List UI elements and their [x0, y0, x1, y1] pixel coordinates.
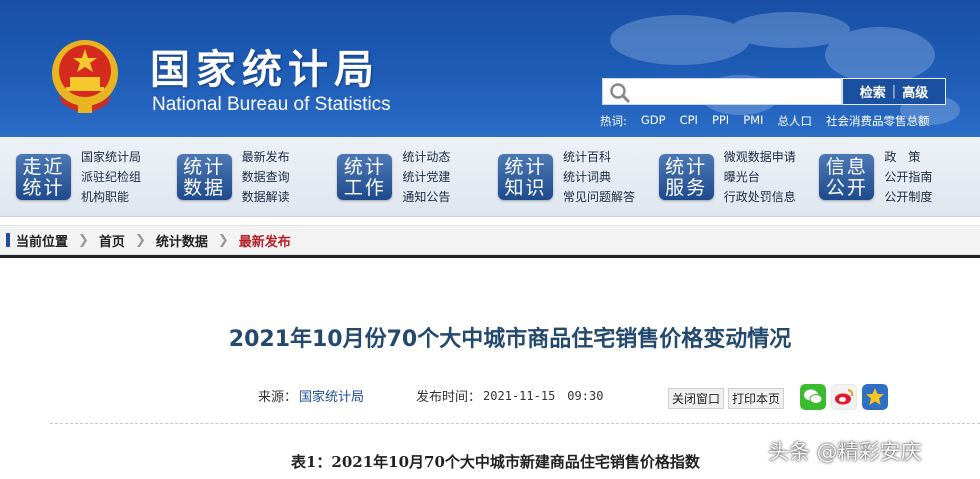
article-title: 2021年10月份70个大中城市商品住宅销售价格变动情况	[228, 327, 792, 352]
advanced-search-button[interactable]: 高级	[902, 82, 928, 101]
search-separator: |	[891, 84, 897, 99]
nav-badge-data[interactable]: 统计 数据	[176, 153, 232, 200]
chevron-right-icon: ❯	[217, 232, 229, 248]
nav-link[interactable]: 政 策	[884, 148, 932, 165]
hot-word-link[interactable]: 总人口	[777, 113, 812, 129]
share-icons	[800, 384, 888, 410]
publish-time: 2021-11-15 09:30	[483, 389, 604, 403]
nav-link[interactable]: 统计动态	[402, 148, 450, 165]
nav-badge-about[interactable]: 走近 统计	[16, 153, 71, 200]
nav-link[interactable]: 微观数据申请	[724, 148, 796, 165]
nav-link[interactable]: 统计词典	[563, 168, 635, 185]
favorite-star-icon[interactable]	[862, 384, 888, 410]
print-button[interactable]: 打印本页	[728, 388, 785, 409]
nav-link[interactable]: 公开指南	[884, 168, 932, 185]
nav-badge-work[interactable]: 统计 工作	[337, 153, 393, 200]
national-emblem-icon	[52, 40, 118, 113]
search-button[interactable]: 检索	[860, 82, 886, 101]
nav-link[interactable]: 行政处罚信息	[724, 188, 796, 205]
article-meta: 来源： 国家统计局 发布时间： 2021-11-15 09:30	[258, 386, 603, 405]
nav-group-knowledge: 统计 知识 统计百科 统计词典 常见问题解答	[498, 144, 659, 210]
nav-link[interactable]: 曝光台	[724, 168, 796, 185]
nav-link[interactable]: 数据查询	[242, 168, 290, 185]
site-header: 国家统计局 National Bureau of Statistics 检索 |…	[0, 0, 980, 137]
publish-time-label: 发布时间：	[416, 390, 482, 405]
table-caption: 表1：2021年10月70个大中城市新建商品住宅销售价格指数	[291, 453, 700, 471]
nav-link[interactable]: 国家统计局	[81, 148, 141, 165]
hot-word-link[interactable]: PMI	[743, 113, 763, 129]
nav-link[interactable]: 数据解读	[242, 188, 290, 205]
main-nav: 走近 统计 国家统计局 派驻纪检组 机构职能 统计 数据 最新发布 数据查询 数据解…	[0, 137, 980, 217]
nav-link[interactable]: 统计党建	[402, 168, 450, 185]
breadcrumb-stats-data[interactable]: 统计数据	[156, 231, 208, 250]
nav-link[interactable]: 统计百科	[563, 148, 635, 165]
breadcrumb-current[interactable]: 最新发布	[239, 231, 291, 250]
nav-link[interactable]: 派驻纪检组	[81, 168, 141, 185]
nav-link[interactable]: 机构职能	[81, 188, 141, 205]
nav-link[interactable]: 公开制度	[884, 188, 932, 205]
dashed-divider	[50, 423, 980, 424]
hot-word-link[interactable]: CPI	[680, 113, 698, 129]
breadcrumb-home[interactable]: 首页	[99, 231, 125, 250]
hot-word-link[interactable]: PPI	[712, 113, 729, 129]
watermark: 头条 @精彩安庆	[768, 440, 922, 464]
nav-group-about: 走近 统计 国家统计局 派驻纪检组 机构职能	[16, 144, 177, 210]
hot-words-label: 热词:	[600, 114, 627, 128]
wechat-icon[interactable]	[800, 384, 826, 410]
site-title: 国家统计局	[150, 46, 380, 93]
nav-group-service: 统计 服务 微观数据申请 曝光台 行政处罚信息	[658, 144, 820, 210]
search-button-group: 检索 | 高级	[842, 78, 946, 105]
source-link[interactable]: 国家统计局	[299, 386, 364, 405]
hot-word-link[interactable]: 社会消费品零售总额	[826, 113, 930, 129]
nav-link[interactable]: 常见问题解答	[563, 188, 635, 205]
search-input[interactable]	[602, 78, 842, 105]
search-icon	[610, 83, 631, 104]
nav-badge-disclosure[interactable]: 信息 公开	[819, 153, 875, 200]
chevron-right-icon: ❯	[78, 232, 89, 248]
site-subtitle: National Bureau of Statistics	[152, 94, 391, 115]
source-label: 来源：	[258, 390, 298, 405]
breadcrumb: 当前位置 ❯ 首页 ❯ 统计数据 ❯ 最新发布	[0, 225, 980, 255]
divider	[0, 255, 980, 258]
article-actions: 关闭窗口 打印本页	[668, 388, 785, 409]
nav-group-data: 统计 数据 最新发布 数据查询 数据解读	[176, 144, 338, 210]
nav-group-disclosure: 信息 公开 政 策 公开指南 公开制度	[819, 144, 980, 210]
chevron-right-icon: ❯	[134, 232, 146, 248]
nav-badge-knowledge[interactable]: 统计 知识	[498, 153, 554, 200]
nav-badge-service[interactable]: 统计 服务	[658, 153, 714, 200]
nav-link[interactable]: 通知公告	[402, 188, 450, 205]
breadcrumb-label: 当前位置	[16, 234, 69, 250]
nav-group-work: 统计 工作 统计动态 统计党建 通知公告	[337, 144, 498, 210]
breadcrumb-marker	[6, 233, 10, 247]
hot-word-link[interactable]: GDP	[641, 113, 666, 129]
hot-words: 热词: GDP CPI PPI PMI 总人口 社会消费品零售总额	[600, 113, 929, 129]
close-window-button[interactable]: 关闭窗口	[668, 388, 725, 409]
nav-link[interactable]: 最新发布	[242, 148, 290, 165]
weibo-icon[interactable]	[831, 384, 857, 410]
